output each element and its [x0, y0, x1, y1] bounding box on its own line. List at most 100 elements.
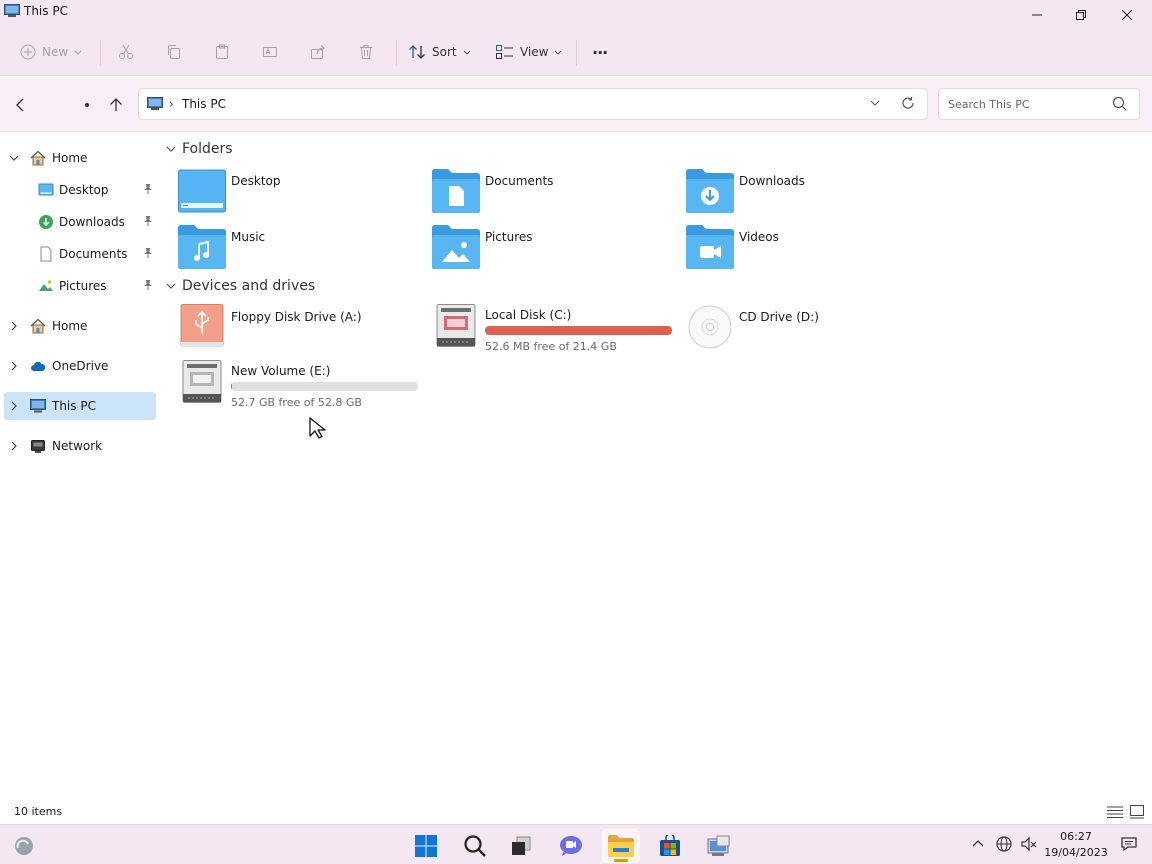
navigation-pane: Home Desktop Downloads Documents Picture… [0, 133, 160, 793]
details-view-icon[interactable] [1107, 806, 1123, 818]
chat-button[interactable] [552, 829, 590, 863]
search-taskbar-button[interactable] [456, 829, 494, 863]
windows-logo-icon [415, 835, 437, 857]
taskbar: 06:27 19/04/2023 [0, 824, 1152, 864]
sidebar-item-network[interactable]: Network [4, 432, 156, 460]
pin-icon [144, 248, 152, 258]
folder-pictures[interactable]: Pictures [432, 224, 682, 276]
up-button[interactable] [104, 93, 128, 117]
refresh-button[interactable] [901, 96, 915, 113]
task-view-button[interactable] [502, 829, 540, 863]
folder-name: Downloads [739, 174, 805, 188]
drive-local-c[interactable]: Local Disk (C:) 52.6 MB free of 21.4 GB [432, 304, 682, 358]
back-button[interactable] [9, 93, 33, 117]
sidebar-item-downloads[interactable]: Downloads [4, 208, 156, 236]
more-options-button[interactable]: ··· [592, 38, 608, 66]
item-count: 10 items [14, 805, 63, 818]
address-history-button[interactable] [869, 97, 881, 112]
view-button[interactable]: View [496, 38, 562, 66]
volume-button[interactable] [1021, 836, 1037, 855]
folder-name: Desktop [231, 174, 281, 188]
music-folder-icon [178, 225, 226, 269]
cut-button[interactable] [118, 38, 134, 66]
sidebar-item-label: Downloads [59, 215, 125, 229]
folders-section-header[interactable]: Folders [166, 141, 233, 157]
breadcrumb-separator: › [169, 97, 174, 111]
drive-floppy[interactable]: Floppy Disk Drive (A:) [178, 304, 428, 358]
pin-icon [144, 280, 152, 290]
start-button[interactable] [407, 829, 445, 863]
folder-documents[interactable]: Documents [432, 168, 682, 220]
sidebar-item-this-pc[interactable]: This PC [4, 392, 156, 420]
view-label: View [520, 45, 549, 59]
close-button[interactable] [1104, 0, 1150, 30]
sidebar-item-documents[interactable]: Documents [4, 240, 156, 268]
title-bar: This PC [0, 0, 1152, 30]
file-explorer-taskbar-button[interactable] [602, 829, 640, 863]
minimize-button[interactable] [1014, 0, 1060, 30]
sidebar-item-pictures[interactable]: Pictures [4, 272, 156, 300]
address-bar[interactable]: › This PC [138, 88, 928, 120]
drive-cd-d[interactable]: CD Drive (D:) [686, 304, 936, 358]
delete-button[interactable] [358, 38, 374, 66]
documents-folder-icon [432, 169, 480, 213]
clipboard-icon [216, 44, 228, 59]
chevron-right-icon[interactable] [8, 400, 20, 412]
share-icon [311, 45, 325, 59]
folder-name: Music [231, 230, 266, 244]
paste-button[interactable] [214, 38, 230, 66]
chevron-down-icon [555, 50, 562, 55]
sidebar-item-onedrive[interactable]: OneDrive [4, 352, 156, 380]
device-manager-button[interactable] [700, 829, 738, 863]
tiles-view-icon[interactable] [1130, 805, 1144, 819]
breadcrumb-this-pc[interactable]: This PC [182, 97, 226, 111]
sidebar-item-label: Desktop [59, 183, 109, 197]
chevron-right-icon[interactable] [8, 440, 20, 452]
sort-button[interactable]: Sort [408, 38, 471, 66]
drive-new-volume-e[interactable]: New Volume (E:) 52.7 GB free of 52.8 GB [178, 360, 428, 414]
drive-usage-bar [231, 382, 418, 391]
sidebar-item-desktop[interactable]: Desktop [4, 176, 156, 204]
restore-button[interactable] [1058, 0, 1104, 30]
trash-icon [360, 45, 372, 59]
weather-icon [15, 837, 33, 855]
notifications-button[interactable] [1121, 836, 1137, 855]
desktop-icon [38, 183, 54, 196]
drive-free-space: 52.7 GB free of 52.8 GB [231, 396, 362, 409]
scissors-icon [119, 44, 133, 59]
chevron-right-icon[interactable] [8, 360, 20, 372]
sidebar-item-home[interactable]: Home [4, 144, 156, 172]
restore-icon [1076, 10, 1086, 20]
chevron-down-icon [166, 146, 176, 152]
copy-button[interactable] [166, 38, 182, 66]
folder-music[interactable]: Music [178, 224, 428, 276]
new-button[interactable]: New [20, 38, 82, 66]
widgets-button[interactable] [5, 829, 43, 863]
folder-name: Videos [739, 230, 779, 244]
recent-locations-button[interactable] [75, 93, 99, 117]
folder-downloads[interactable]: Downloads [686, 168, 936, 220]
microsoft-store-button[interactable] [651, 829, 689, 863]
sidebar-item-home-2[interactable]: Home [4, 312, 156, 340]
sidebar-item-label: This PC [52, 399, 96, 413]
home-icon [30, 150, 46, 166]
refresh-icon [902, 96, 914, 109]
folder-desktop[interactable]: Desktop [178, 168, 428, 220]
folder-videos[interactable]: Videos [686, 224, 936, 276]
document-icon [40, 246, 52, 262]
search-box[interactable]: Search This PC [938, 88, 1140, 120]
language-button[interactable] [996, 836, 1012, 855]
chevron-right-icon[interactable] [8, 320, 20, 332]
chevron-down-icon[interactable] [8, 152, 20, 164]
notification-icon [1121, 837, 1137, 852]
window-title: This PC [24, 4, 68, 18]
search-input[interactable]: Search This PC [948, 98, 1030, 111]
taskbar-clock[interactable]: 06:27 19/04/2023 [1040, 829, 1112, 861]
pictures-folder-icon [432, 225, 480, 269]
rename-button[interactable] [262, 38, 278, 66]
arrow-left-icon [16, 98, 24, 112]
share-button[interactable] [310, 38, 326, 66]
devices-section-header[interactable]: Devices and drives [166, 278, 315, 294]
dot-icon [85, 103, 89, 107]
show-hidden-icons-button[interactable] [972, 837, 984, 851]
